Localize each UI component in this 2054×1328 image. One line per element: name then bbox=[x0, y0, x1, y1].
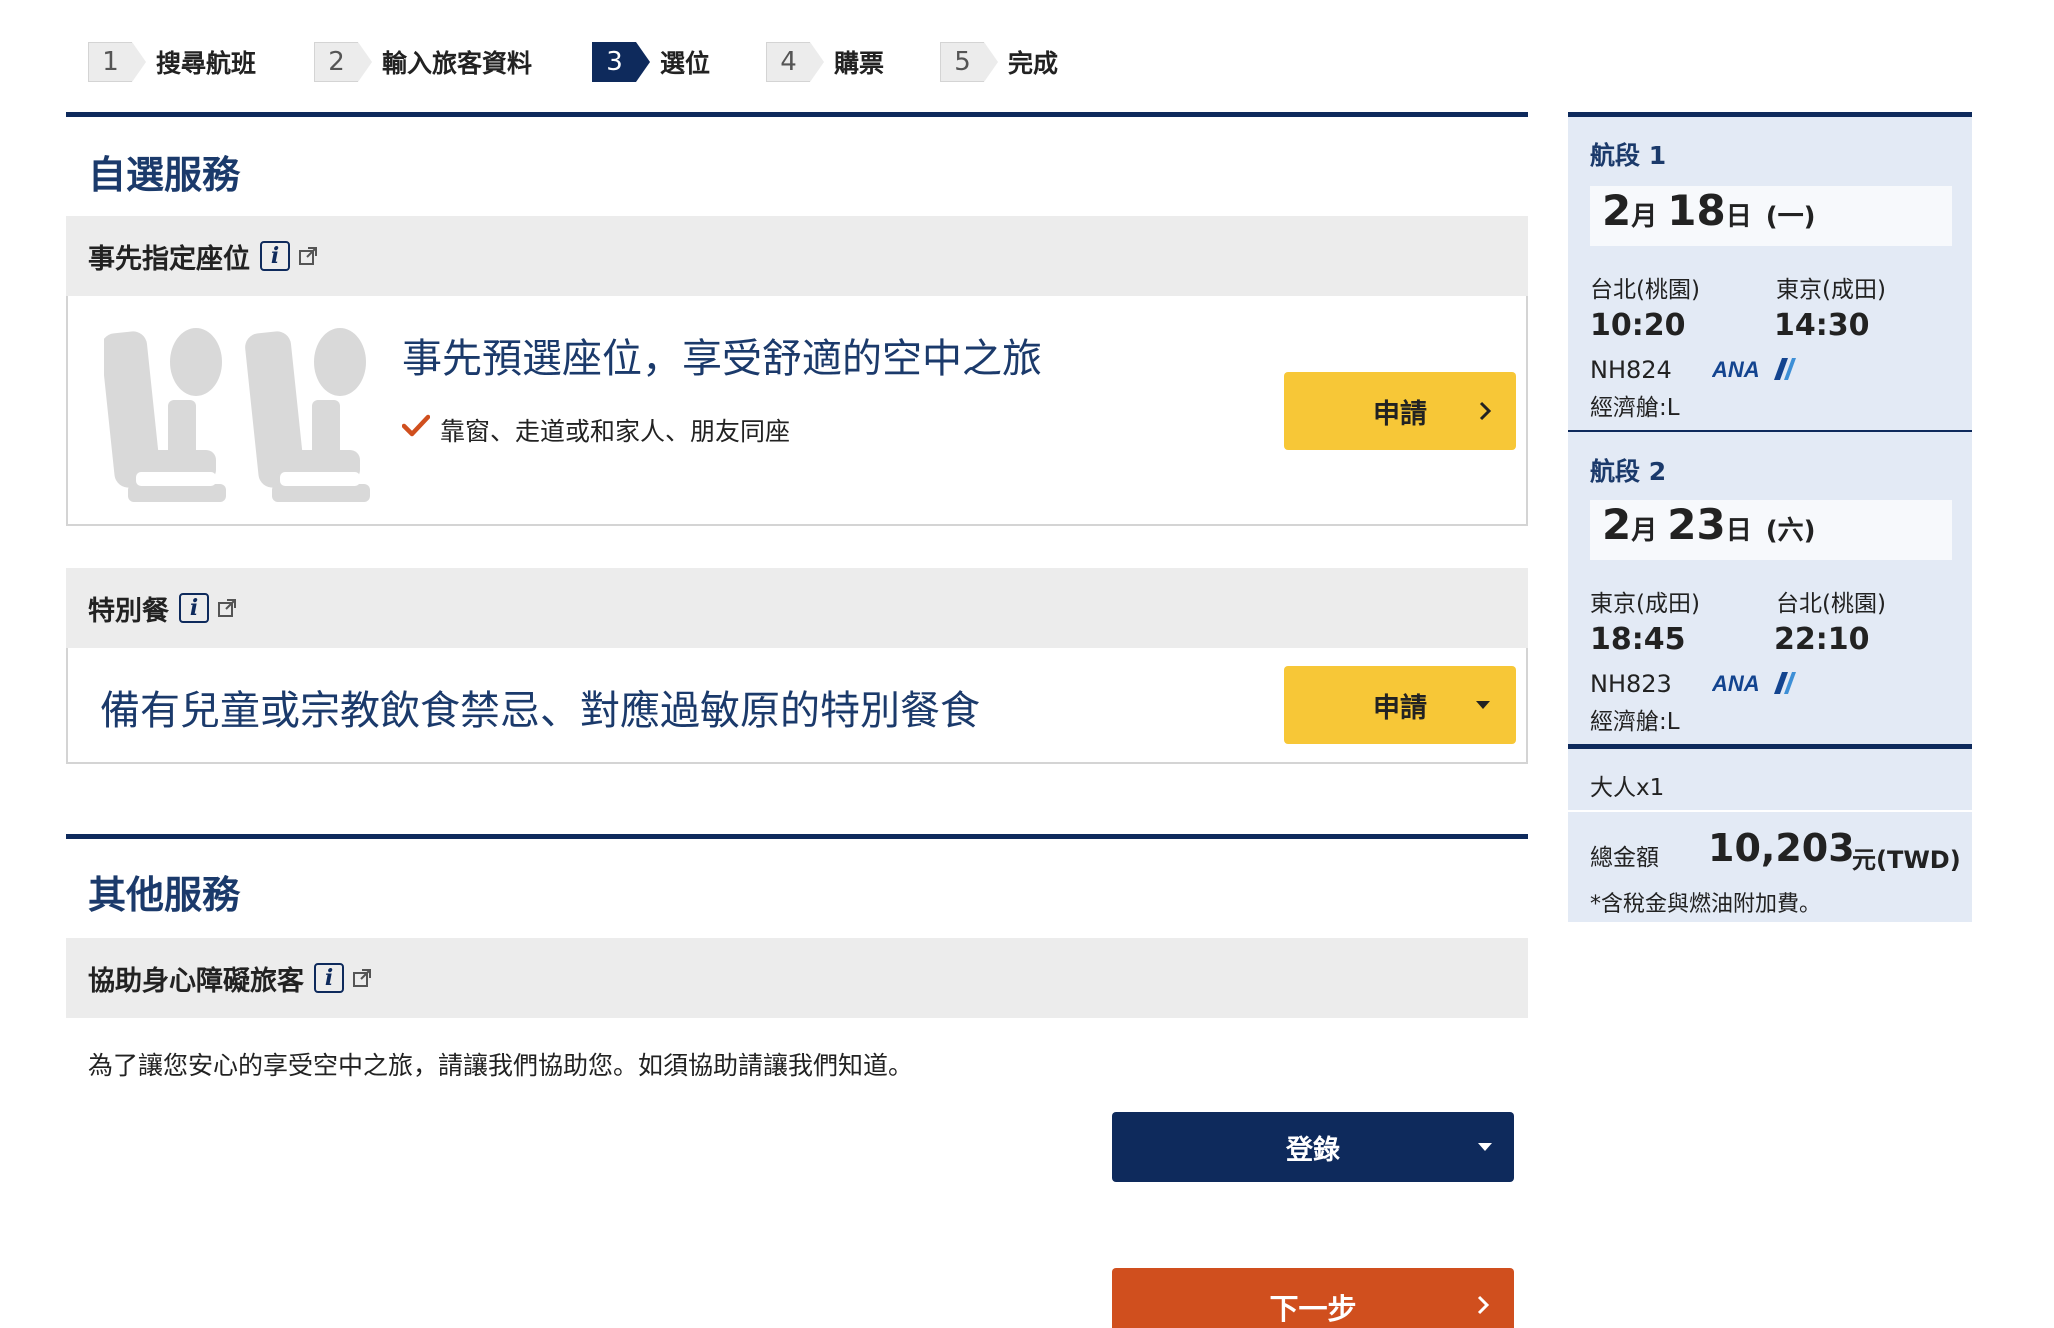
meal-header-label: 特別餐 bbox=[88, 595, 169, 627]
date-weekday: (一) bbox=[1765, 202, 1816, 232]
date-day: 23 bbox=[1667, 500, 1726, 549]
step-label: 輸入旅客資料 bbox=[382, 49, 533, 78]
total-divider bbox=[1568, 744, 1972, 749]
info-icon[interactable]: i bbox=[260, 241, 290, 271]
date-month-unit: 月 bbox=[1631, 202, 1658, 232]
step-number: 3 bbox=[592, 42, 650, 82]
total-amount: 10,203 bbox=[1708, 826, 1855, 870]
caret-down-icon bbox=[1478, 1143, 1492, 1151]
date-month-unit: 月 bbox=[1631, 516, 1658, 546]
date-day: 18 bbox=[1667, 186, 1726, 235]
segment-divider bbox=[1568, 430, 1972, 432]
cabin-class: 經濟艙:L bbox=[1590, 709, 1680, 735]
step-label: 選位 bbox=[660, 49, 711, 78]
seat-bullet: 靠窗、走道或和家人、朋友同座 bbox=[440, 417, 791, 446]
button-label: 申請 bbox=[1373, 398, 1427, 430]
ana-logo: ANA bbox=[1712, 671, 1796, 696]
step-5: 5 完成 bbox=[940, 40, 1058, 84]
departure-time: 10:20 bbox=[1590, 308, 1686, 343]
step-label: 搜尋航班 bbox=[156, 49, 257, 78]
svg-text:ANA: ANA bbox=[1712, 671, 1760, 696]
seat-apply-button[interactable]: 申請 bbox=[1284, 372, 1516, 450]
flight-number: NH823 bbox=[1590, 670, 1672, 698]
section-divider bbox=[66, 112, 1528, 117]
section-title-optional: 自選服務 bbox=[88, 153, 241, 197]
check-icon bbox=[402, 414, 430, 437]
segment-title: 航段 1 bbox=[1590, 141, 1667, 170]
arrival-time: 22:10 bbox=[1774, 622, 1870, 657]
info-icon[interactable]: i bbox=[179, 593, 209, 623]
assist-header-label: 協助身心障礙旅客 bbox=[88, 965, 304, 997]
section-divider bbox=[66, 834, 1528, 839]
itinerary-top-rule bbox=[1568, 112, 1972, 117]
chevron-right-icon bbox=[1477, 1295, 1490, 1315]
step-4: 4 購票 bbox=[766, 40, 884, 84]
arrival-time: 14:30 bbox=[1774, 308, 1870, 343]
button-label: 登錄 bbox=[1286, 1134, 1340, 1166]
seat-header: 事先指定座位 i bbox=[66, 216, 1528, 296]
seat-illustration-icon bbox=[104, 328, 370, 502]
seat-header-label: 事先指定座位 bbox=[88, 243, 250, 275]
external-link-icon[interactable] bbox=[217, 598, 237, 618]
meal-header: 特別餐 i bbox=[66, 568, 1528, 648]
next-button[interactable]: 下一步 bbox=[1112, 1268, 1514, 1328]
step-1: 1 搜尋航班 bbox=[88, 40, 256, 84]
step-2: 2 輸入旅客資料 bbox=[314, 40, 532, 84]
passenger-count: 大人x1 bbox=[1590, 775, 1665, 801]
caret-down-icon bbox=[1476, 701, 1490, 709]
step-label: 購票 bbox=[834, 49, 885, 78]
origin-city: 台北(桃園) bbox=[1590, 277, 1700, 303]
meal-apply-button[interactable]: 申請 bbox=[1284, 666, 1516, 744]
flight-number: NH824 bbox=[1590, 356, 1672, 384]
step-3-current: 3 選位 bbox=[592, 40, 710, 84]
segment-title: 航段 2 bbox=[1590, 457, 1667, 486]
date-weekday: (六) bbox=[1765, 516, 1816, 546]
total-separator bbox=[1568, 810, 1972, 812]
departure-time: 18:45 bbox=[1590, 622, 1686, 657]
assist-text: 為了讓您安心的享受空中之旅，請讓我們協助您。如須協助請讓我們知道。 bbox=[88, 1051, 914, 1080]
step-number: 1 bbox=[88, 42, 146, 82]
external-link-icon[interactable] bbox=[352, 968, 372, 988]
assist-header: 協助身心障礙旅客 i bbox=[66, 938, 1528, 1018]
origin-city: 東京(成田) bbox=[1590, 591, 1700, 617]
button-label: 申請 bbox=[1373, 692, 1427, 724]
section-title-other: 其他服務 bbox=[88, 873, 241, 917]
ana-logo: ANA bbox=[1712, 357, 1796, 382]
destination-city: 台北(桃園) bbox=[1776, 591, 1886, 617]
step-label: 完成 bbox=[1008, 49, 1059, 78]
step-number: 4 bbox=[766, 42, 824, 82]
step-number: 5 bbox=[940, 42, 998, 82]
chevron-right-icon bbox=[1479, 401, 1492, 421]
destination-city: 東京(成田) bbox=[1776, 277, 1886, 303]
seat-headline: 事先預選座位，享受舒適的空中之旅 bbox=[402, 336, 1042, 382]
cabin-class: 經濟艙:L bbox=[1590, 395, 1680, 421]
total-currency: 元(TWD) bbox=[1852, 846, 1961, 874]
segment-date: 2 月 23 日 (六) bbox=[1590, 500, 1952, 560]
meal-headline: 備有兒童或宗教飲食禁忌、對應過敏原的特別餐食 bbox=[100, 688, 980, 734]
register-button[interactable]: 登錄 bbox=[1112, 1112, 1514, 1182]
tax-note: *含稅金與燃油附加費。 bbox=[1590, 892, 1822, 917]
external-link-icon[interactable] bbox=[298, 246, 318, 266]
total-label: 總金額 bbox=[1590, 845, 1659, 871]
date-month: 2 bbox=[1602, 186, 1632, 235]
svg-text:ANA: ANA bbox=[1712, 357, 1760, 382]
date-day-unit: 日 bbox=[1725, 516, 1752, 546]
step-number: 2 bbox=[314, 42, 372, 82]
info-icon[interactable]: i bbox=[314, 963, 344, 993]
button-label: 下一步 bbox=[1269, 1292, 1357, 1326]
date-month: 2 bbox=[1602, 500, 1632, 549]
date-day-unit: 日 bbox=[1725, 202, 1752, 232]
meal-panel: 備有兒童或宗教飲食禁忌、對應過敏原的特別餐食 申請 bbox=[66, 648, 1528, 764]
segment-date: 2 月 18 日 (一) bbox=[1590, 186, 1952, 246]
seat-panel: 事先預選座位，享受舒適的空中之旅 靠窗、走道或和家人、朋友同座 申請 bbox=[66, 296, 1528, 526]
